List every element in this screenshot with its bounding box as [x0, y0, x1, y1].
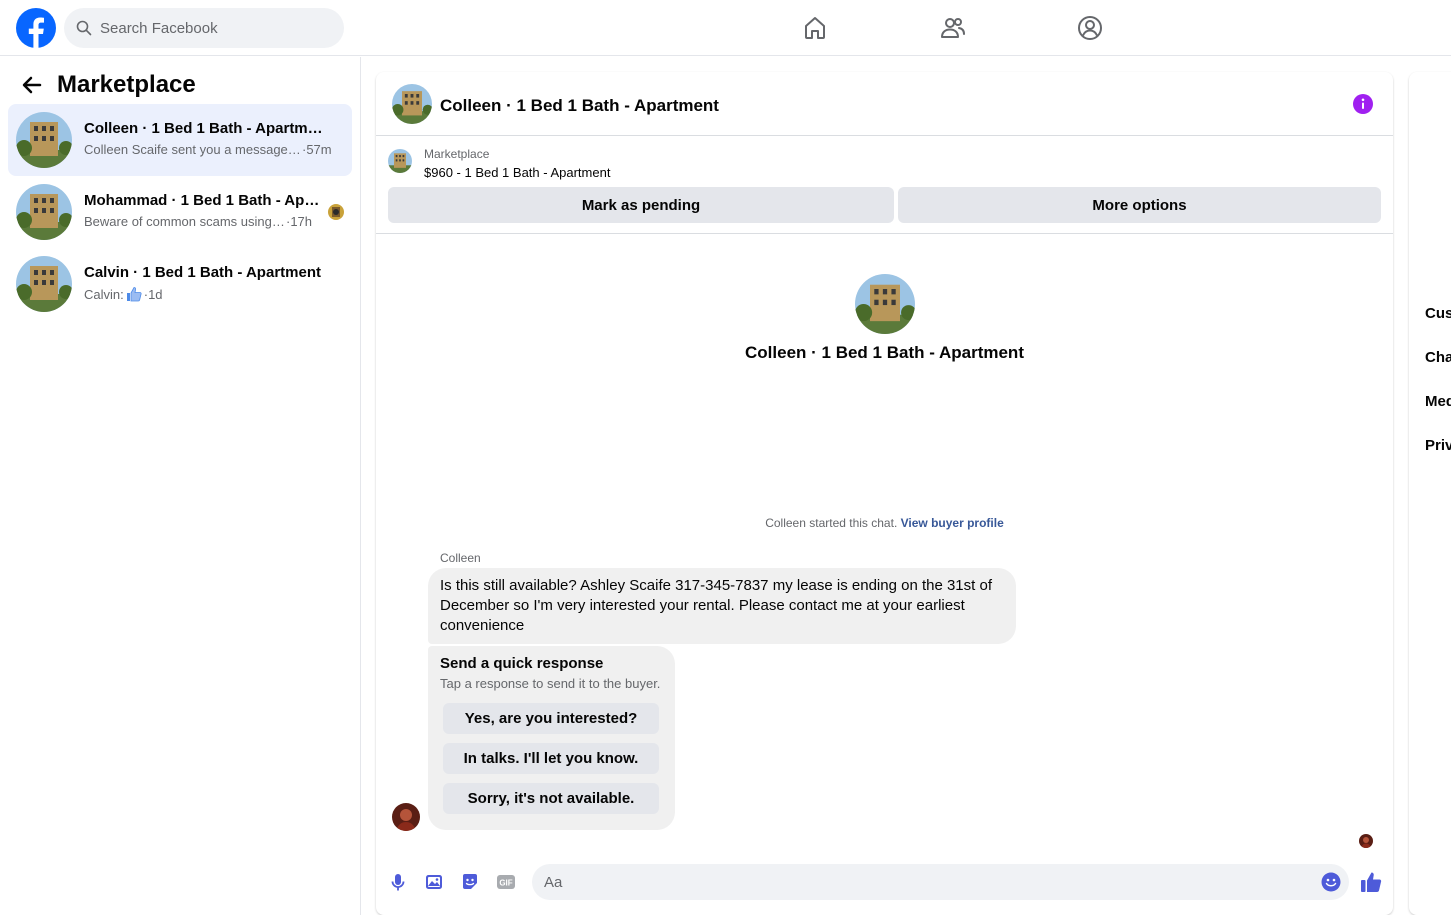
listing-photo-avatar	[855, 274, 915, 334]
photo-icon[interactable]	[424, 872, 444, 892]
chat-header: Colleen · 1 Bed 1 Bath - Apartment	[376, 72, 1393, 136]
conversation-snippet: Beware of common scams using ...	[84, 214, 286, 229]
conversation-title: Mohammad · 1 Bed 1 Bath - Apa...	[84, 192, 324, 209]
home-icon[interactable]	[801, 14, 829, 42]
chat-info-panel: Cust Cha Med Priv	[1409, 72, 1451, 915]
search-bar[interactable]	[64, 8, 344, 48]
info-panel-item[interactable]: Priv	[1425, 437, 1451, 454]
more-options-button[interactable]: More options	[898, 187, 1381, 223]
top-bar	[0, 0, 1451, 56]
conversation-sidebar: Marketplace Colleen · 1 Bed 1 Bath - Apa…	[0, 57, 361, 915]
conversation-preview: Calvin: ·1d	[84, 286, 163, 302]
search-icon	[76, 20, 92, 36]
conversation-title: Colleen · 1 Bed 1 Bath - Apartment	[84, 120, 324, 137]
listing-photo-avatar	[16, 256, 72, 312]
thumbs-up-icon	[126, 287, 142, 302]
quick-response-title: Send a quick response	[440, 655, 604, 672]
listing-photo-avatar	[16, 112, 72, 168]
info-panel-item[interactable]: Med	[1425, 393, 1451, 410]
chat-started-text: Colleen started this chat.	[765, 516, 898, 530]
emoji-icon[interactable]	[1321, 872, 1341, 892]
info-icon[interactable]	[1353, 94, 1373, 114]
quick-response-button[interactable]: Sorry, it's not available.	[443, 783, 659, 814]
quick-response-button[interactable]: In talks. I'll let you know.	[443, 743, 659, 774]
quick-response-card: Send a quick response Tap a response to …	[428, 646, 675, 830]
info-panel-item[interactable]: Cust	[1425, 305, 1451, 322]
read-receipt-avatar	[1359, 834, 1373, 848]
message-composer: GIF	[376, 862, 1393, 902]
seen-avatar-icon	[328, 204, 344, 220]
conversation-title: Calvin · 1 Bed 1 Bath - Apartment	[84, 264, 321, 281]
microphone-icon[interactable]	[388, 872, 408, 892]
sticker-icon[interactable]	[460, 872, 480, 892]
conversation-item[interactable]: Calvin · 1 Bed 1 Bath - Apartment Calvin…	[8, 248, 352, 320]
chat-panel: Colleen · 1 Bed 1 Bath - Apartment Marke…	[376, 72, 1393, 915]
mark-as-pending-button[interactable]: Mark as pending	[388, 187, 894, 223]
conversation-time: ·1d	[143, 286, 163, 302]
facebook-logo-icon[interactable]	[16, 8, 56, 48]
listing-label: Marketplace	[424, 147, 490, 161]
back-arrow-icon[interactable]	[20, 73, 44, 97]
listing-thumbnail[interactable]	[388, 149, 412, 173]
chat-title[interactable]: Colleen · 1 Bed 1 Bath - Apartment	[440, 96, 719, 116]
profile-icon[interactable]	[1076, 14, 1104, 42]
gif-icon[interactable]: GIF	[496, 872, 516, 892]
conversation-time: ·57m	[302, 142, 332, 157]
message-bubble: Is this still available? Ashley Scaife 3…	[428, 568, 1016, 644]
sender-name: Colleen	[440, 551, 481, 565]
conversation-preview: Beware of common scams using ... ·17h	[84, 214, 312, 229]
conversation-item[interactable]: Colleen · 1 Bed 1 Bath - Apartment Colle…	[8, 104, 352, 176]
like-icon[interactable]	[1360, 871, 1382, 893]
sender-avatar[interactable]	[392, 803, 420, 831]
quick-response-subtitle: Tap a response to send it to the buyer.	[440, 676, 661, 691]
message-input[interactable]	[544, 873, 1304, 891]
info-panel-item[interactable]: Cha	[1425, 349, 1451, 366]
conversation-snippet: Colleen Scaife sent you a message a...	[84, 142, 302, 157]
listing-photo-avatar	[16, 184, 72, 240]
chat-intro-title: Colleen · 1 Bed 1 Bath - Apartment	[745, 343, 1024, 362]
chat-started-notice: Colleen started this chat. View buyer pr…	[376, 516, 1393, 530]
conversation-item[interactable]: Mohammad · 1 Bed 1 Bath - Apa... Beware …	[8, 176, 352, 248]
listing-photo-avatar[interactable]	[392, 84, 432, 124]
conversation-preview: Colleen Scaife sent you a message a... ·…	[84, 142, 332, 157]
friends-icon[interactable]	[939, 14, 967, 42]
svg-text:GIF: GIF	[499, 879, 512, 888]
quick-response-button[interactable]: Yes, are you interested?	[443, 703, 659, 734]
conversation-snippet: Calvin:	[84, 286, 124, 302]
sidebar-header: Marketplace	[20, 71, 196, 99]
message-input-box[interactable]	[532, 864, 1349, 900]
search-input[interactable]	[100, 19, 330, 37]
listing-price-title[interactable]: $960 - 1 Bed 1 Bath - Apartment	[424, 165, 610, 180]
view-buyer-profile-link[interactable]: View buyer profile	[901, 516, 1004, 530]
conversation-time: ·17h	[286, 214, 313, 229]
sidebar-title: Marketplace	[57, 71, 196, 98]
